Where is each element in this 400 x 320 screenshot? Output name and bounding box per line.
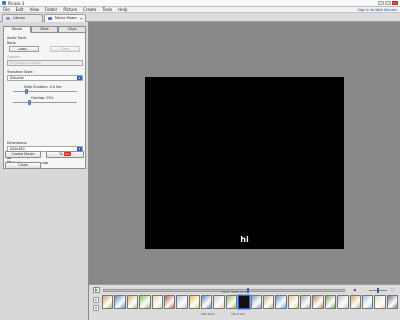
filmstrip-thumbnail[interactable] (324, 295, 337, 309)
movie-tab-content: Audio Track: None Load... Clear Options:… (3, 33, 86, 169)
filmstrip-thumbnail[interactable] (250, 295, 262, 309)
library-icon (6, 17, 10, 20)
window-title: Picasa 3 (8, 1, 25, 6)
slider-thumb[interactable] (28, 100, 31, 105)
transition-style-value: Dissolve (10, 76, 24, 80)
maximize-icon[interactable] (385, 1, 391, 5)
minimize-icon[interactable] (378, 1, 384, 5)
load-audio-button[interactable]: Load... (9, 46, 39, 52)
filmstrip-thumbnail[interactable] (225, 295, 238, 309)
slider-track (13, 102, 77, 103)
play-icon[interactable]: ▶ (93, 287, 100, 293)
menu-edit[interactable]: Edit (13, 7, 27, 13)
close-window-icon[interactable] (392, 1, 398, 5)
filmstrip-thumbnail[interactable] (262, 295, 275, 309)
menu-create[interactable]: Create (80, 7, 99, 13)
clear-audio-button[interactable]: Clear (50, 46, 80, 52)
close-movie-maker-button[interactable]: Close (5, 162, 41, 169)
filmstrip-thumbnail[interactable] (114, 295, 126, 309)
filmstrip-thumbnail[interactable] (176, 295, 188, 309)
audio-track-value: None (7, 41, 16, 45)
window-controls (378, 1, 398, 5)
filmstrip-thumbnail[interactable] (213, 295, 225, 309)
filmstrip-thumbnail[interactable] (374, 295, 386, 309)
volume-slider[interactable] (369, 288, 387, 293)
tab-movie[interactable]: Movie (3, 26, 31, 33)
movie-icon (48, 17, 52, 20)
menu-file[interactable]: File (0, 7, 13, 13)
filmstrip-status-left: Title Slide (201, 312, 215, 316)
filmstrip-status-right: (20 of 94) (231, 312, 245, 316)
options-label: Options: (7, 55, 21, 59)
filmstrip (102, 294, 398, 310)
tab-movie-maker[interactable]: Movie Maker × (44, 14, 86, 22)
movie-settings-panel: Movie Slide Clips Audio Track: None Load… (0, 22, 89, 320)
filmstrip-thumbnail[interactable] (102, 295, 114, 309)
tab-slide[interactable]: Slide (30, 26, 59, 33)
slide-duration-label: Slide Duration: 4.0 Sec (24, 85, 62, 89)
menu-tools[interactable]: Tools (99, 7, 115, 13)
overlap-slider[interactable] (13, 100, 77, 105)
picasa-app-icon (2, 1, 6, 5)
add-slide-icon[interactable]: + (93, 297, 99, 303)
transition-style-label: Transition Style: (7, 70, 34, 74)
filmstrip-thumbnail[interactable] (337, 295, 349, 309)
filmstrip-thumbnail[interactable] (201, 295, 213, 309)
slide-caption: hi (240, 235, 249, 244)
filmstrip-thumbnail[interactable] (300, 295, 312, 309)
slider-track (13, 91, 77, 92)
time-readout: 00:01:30/00:02:59 (222, 290, 249, 294)
volume-knob[interactable] (377, 288, 379, 293)
chevron-down-icon: ▾ (77, 76, 82, 80)
filmstrip-thumbnail[interactable] (188, 295, 200, 309)
filmstrip-thumbnail[interactable] (139, 295, 151, 309)
timeline-scrubber[interactable]: 00:01:30/00:02:59 (103, 288, 345, 294)
menu-help[interactable]: Help (115, 7, 130, 13)
volume-icon[interactable]: ◀ (352, 287, 357, 293)
filmstrip-thumbnail[interactable] (275, 295, 287, 309)
filmstrip-thumbnail[interactable] (361, 295, 374, 309)
slider-thumb[interactable] (25, 89, 28, 94)
options-value: Fit photos to audio (10, 61, 41, 65)
menu-view[interactable]: View (26, 7, 42, 13)
options-select[interactable]: Fit photos to audio (7, 60, 83, 66)
view-tabs: Library Movie Maker × (0, 13, 400, 22)
filmstrip-thumbnail[interactable] (237, 294, 251, 310)
filmstrip-thumbnail[interactable] (312, 295, 324, 309)
video-preview[interactable]: hi (145, 77, 344, 249)
tab-movie-maker-label: Movie Maker (55, 16, 78, 20)
timeline-bar: ▶ 00:01:30/00:02:59 ◀ ⛶ + × Title Slide … (89, 284, 400, 320)
filmstrip-thumbnail[interactable] (151, 295, 163, 309)
fullscreen-icon[interactable]: ⛶ (390, 287, 395, 293)
filmstrip-thumbnail[interactable] (287, 295, 299, 309)
filmstrip-thumbnail[interactable] (386, 295, 398, 309)
menu-picture[interactable]: Picture (60, 7, 80, 13)
playhead[interactable] (247, 288, 249, 293)
upload-youtube-button[interactable]: Tu You (46, 151, 84, 158)
close-tab-icon[interactable]: × (80, 15, 83, 22)
filmstrip-thumbnail[interactable] (126, 295, 139, 309)
transition-style-select[interactable]: Dissolve ▾ (7, 75, 83, 81)
movie-preview-area: hi (89, 22, 400, 284)
remove-slide-icon[interactable]: × (93, 305, 99, 311)
create-movie-button[interactable]: Create Movie (5, 151, 41, 158)
tab-clips[interactable]: Clips (58, 26, 87, 33)
overlap-label: Overlap: 25% (31, 96, 54, 100)
panel-tabs: Movie Slide Clips (3, 26, 87, 33)
filmstrip-thumbnail[interactable] (163, 295, 176, 309)
dimensions-label: Dimensions: (7, 141, 28, 145)
tab-library-label: Library (13, 16, 26, 20)
filmstrip-thumbnail[interactable] (349, 295, 361, 309)
menu-folder[interactable]: Folder (42, 7, 60, 13)
youtube-icon: You (63, 152, 71, 156)
slide-duration-slider[interactable] (13, 89, 77, 94)
audio-track-label: Audio Track: (7, 36, 28, 40)
tab-library[interactable]: Library (2, 14, 43, 22)
youtube-prefix: Tu (59, 152, 63, 156)
